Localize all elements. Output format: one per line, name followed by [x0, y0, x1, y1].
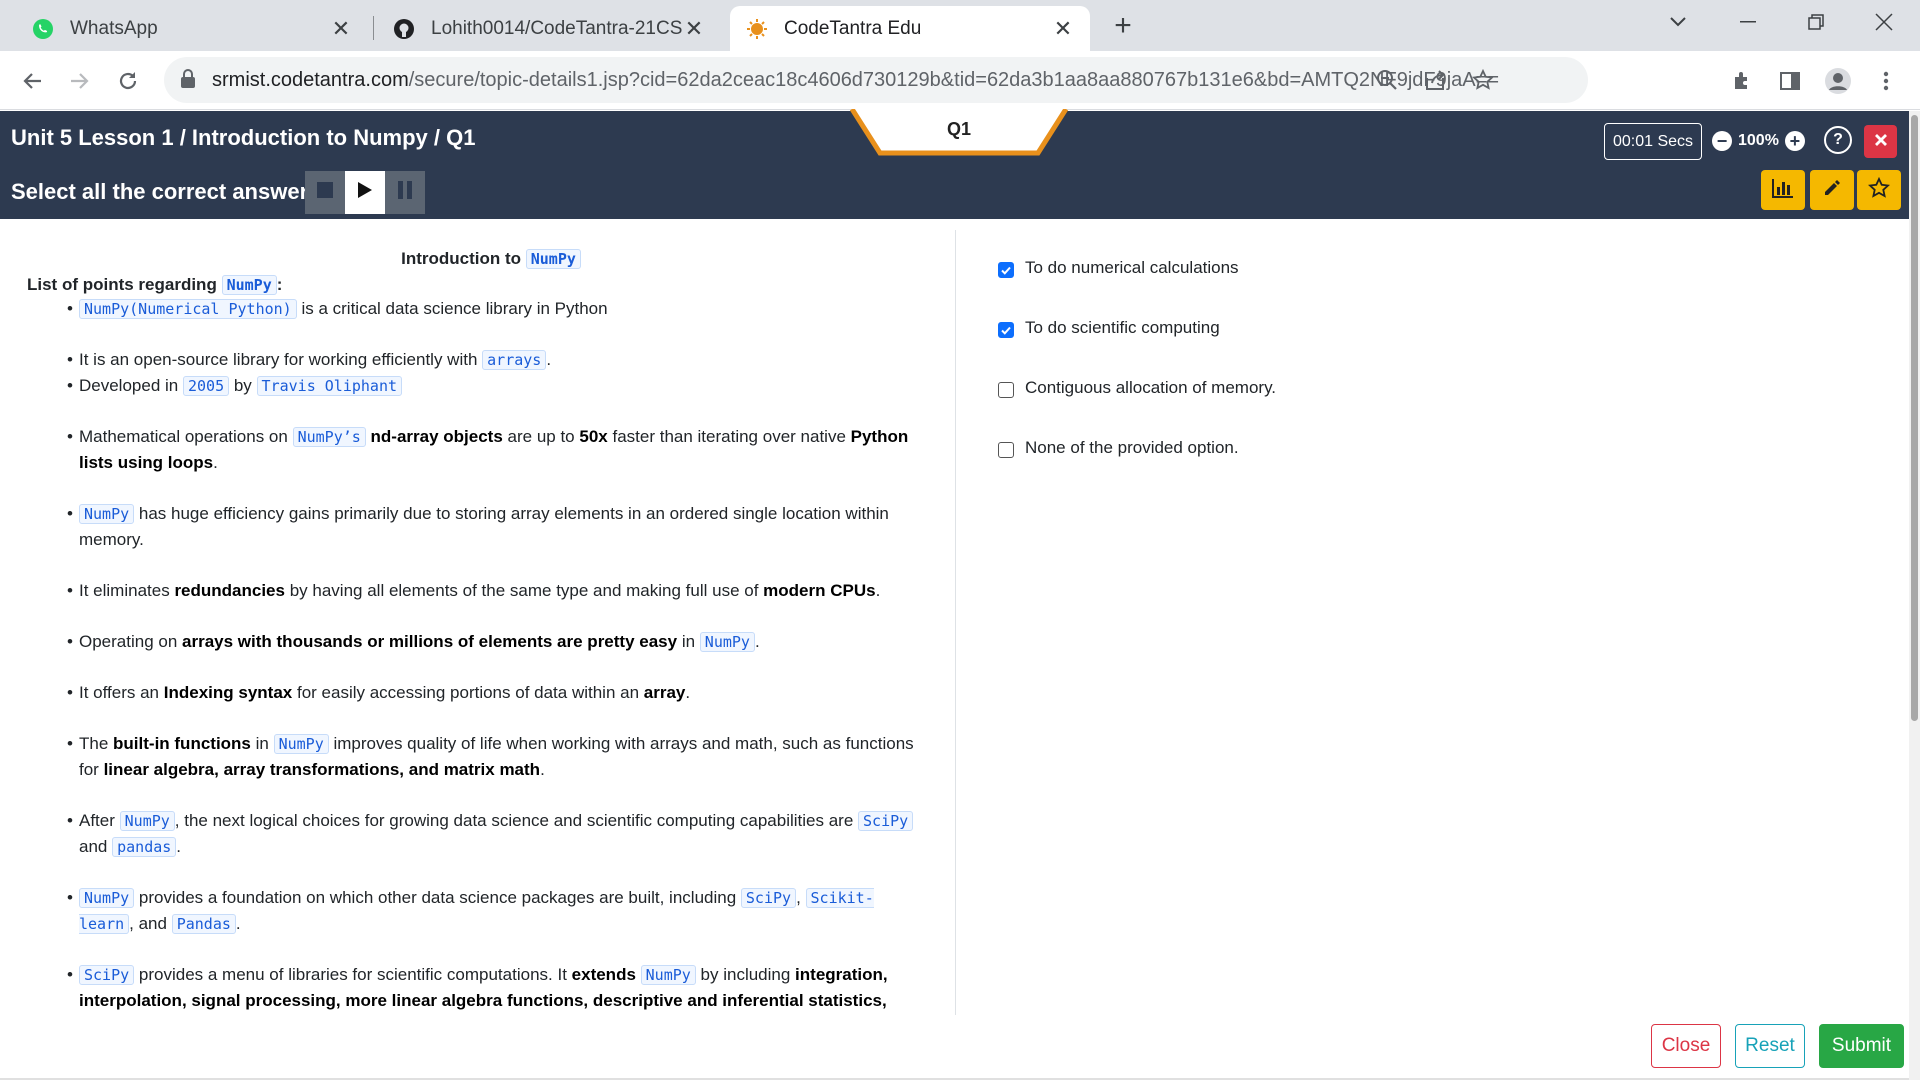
close-icon	[1874, 130, 1888, 153]
list-item: NumPy provides a foundation on which oth…	[67, 885, 928, 937]
github-icon	[393, 18, 415, 40]
stats-button[interactable]	[1761, 170, 1805, 210]
option-2[interactable]: To do scientific computing	[998, 316, 1276, 340]
zoom-in-icon[interactable]: +	[1784, 131, 1805, 151]
minimize-icon[interactable]	[1720, 0, 1776, 44]
forward-icon[interactable]	[62, 63, 98, 99]
submit-button[interactable]: Submit	[1819, 1024, 1904, 1068]
question-instruction: Select all the correct answers	[11, 179, 321, 204]
reset-button[interactable]: Reset	[1735, 1024, 1805, 1068]
list-item: Operating on arrays with thousands or mi…	[67, 629, 928, 655]
bar-chart-icon	[1772, 178, 1794, 203]
timer: 00:01 Secs	[1604, 123, 1703, 160]
list-item: NumPy has huge efficiency gains primaril…	[67, 501, 928, 553]
question-tab-label: Q1	[946, 119, 971, 139]
close-tab-icon[interactable]: ✕	[1052, 16, 1074, 41]
exit-button[interactable]	[1864, 125, 1897, 158]
play-icon	[357, 181, 373, 204]
zoom-level: 100%	[1738, 132, 1779, 149]
new-tab-button[interactable]: +	[1106, 9, 1140, 43]
pause-button[interactable]	[385, 171, 425, 214]
breadcrumb: Unit 5 Lesson 1 / Introduction to Numpy …	[11, 125, 476, 150]
lesson-content: Introduction to NumPy List of points reg…	[0, 219, 955, 1016]
option-label: To do numerical calculations	[1025, 258, 1239, 277]
list-item: SciPy provides a menu of libraries for s…	[67, 962, 928, 1014]
close-tab-icon[interactable]: ✕	[330, 16, 352, 41]
close-button[interactable]: Close	[1651, 1024, 1721, 1068]
option-label: None of the provided option.	[1025, 438, 1239, 457]
list-item: After NumPy, the next logical choices fo…	[67, 808, 928, 860]
option-checkbox[interactable]	[998, 322, 1014, 338]
close-tab-icon[interactable]: ✕	[683, 16, 705, 41]
back-icon[interactable]	[14, 63, 50, 99]
star-icon	[1867, 176, 1891, 204]
page-scrollbar[interactable]	[1909, 111, 1920, 1080]
tab-title: WhatsApp	[70, 17, 158, 39]
points-heading: List of points regarding NumPy:	[27, 275, 283, 295]
window-close-icon[interactable]	[1856, 0, 1912, 44]
list-item: NumPy(Numerical Python) is a critical da…	[67, 296, 928, 322]
option-3[interactable]: Contiguous allocation of memory.	[998, 376, 1276, 400]
list-item: It is an open-source library for working…	[67, 347, 928, 373]
browser-tab-github[interactable]: Lohith0014/CodeTantra-21CSS101J ✕	[377, 6, 721, 51]
url-text: srmist.codetantra.com/secure/topic-detai…	[212, 69, 1500, 91]
side-panel-icon[interactable]	[1772, 63, 1808, 99]
reload-icon[interactable]	[110, 63, 146, 99]
codetantra-icon	[746, 18, 768, 40]
app-header: Unit 5 Lesson 1 / Introduction to Numpy …	[0, 109, 1909, 219]
browser-toolbar: srmist.codetantra.com/secure/topic-detai…	[0, 51, 1920, 110]
edit-button[interactable]	[1810, 170, 1854, 210]
zoom-icon[interactable]	[1372, 65, 1402, 95]
option-label: Contiguous allocation of memory.	[1025, 378, 1277, 397]
question-tab-q1[interactable]: Q1	[850, 109, 1068, 157]
pane-divider	[955, 230, 956, 1015]
media-controls	[305, 171, 425, 214]
list-item: It offers an Indexing syntax for easily …	[67, 680, 928, 706]
option-1[interactable]: To do numerical calculations	[998, 256, 1276, 280]
stop-button[interactable]	[305, 171, 345, 214]
zoom-out-icon[interactable]: −	[1712, 131, 1732, 151]
browser-tab-bar: WhatsApp ✕ Lohith0014/CodeTantra-21CSS10…	[0, 0, 1920, 51]
whatsapp-icon	[32, 18, 54, 40]
list-item: The built-in functions in NumPy improves…	[67, 731, 928, 783]
option-checkbox[interactable]	[998, 382, 1014, 398]
option-label: To do scientific computing	[1025, 318, 1220, 337]
scrollbar-thumb[interactable]	[1911, 115, 1918, 721]
pause-icon	[397, 181, 413, 204]
bookmark-star-icon[interactable]	[1468, 65, 1498, 95]
points-list: NumPy(Numerical Python) is a critical da…	[67, 296, 928, 1014]
list-item: Mathematical operations on NumPy’s nd-ar…	[67, 424, 928, 476]
stop-icon	[317, 182, 333, 203]
play-button[interactable]	[345, 171, 385, 214]
help-button[interactable]: ?	[1824, 126, 1852, 154]
answer-options: To do numerical calculations To do scien…	[998, 256, 1276, 496]
bookmark-button[interactable]	[1857, 170, 1901, 210]
address-bar[interactable]: srmist.codetantra.com/secure/topic-detai…	[164, 57, 1588, 103]
list-item: Developed in 2005 by Travis Oliphant	[67, 373, 928, 399]
restore-icon[interactable]	[1788, 0, 1844, 44]
tab-search-icon[interactable]	[1650, 0, 1706, 44]
browser-menu-icon[interactable]	[1868, 63, 1904, 99]
option-checkbox[interactable]	[998, 262, 1014, 278]
tab-title: Lohith0014/CodeTantra-21CSS101J	[431, 17, 683, 39]
profile-avatar-icon[interactable]	[1820, 63, 1856, 99]
pencil-icon	[1822, 178, 1842, 203]
share-icon[interactable]	[1420, 65, 1450, 95]
zoom-controls: − 100% +	[1712, 131, 1805, 151]
tab-title: CodeTantra Edu	[784, 17, 922, 39]
lock-icon[interactable]	[180, 69, 196, 94]
option-4[interactable]: None of the provided option.	[998, 436, 1276, 460]
browser-tab-codetantra[interactable]: CodeTantra Edu ✕	[730, 6, 1090, 51]
tab-separator	[373, 16, 374, 40]
browser-tab-whatsapp[interactable]: WhatsApp ✕	[16, 6, 368, 51]
option-checkbox[interactable]	[998, 442, 1014, 458]
lesson-title: Introduction to NumPy	[27, 248, 928, 270]
list-item: It eliminates redundancies by having all…	[67, 578, 928, 604]
extensions-icon[interactable]	[1724, 63, 1760, 99]
